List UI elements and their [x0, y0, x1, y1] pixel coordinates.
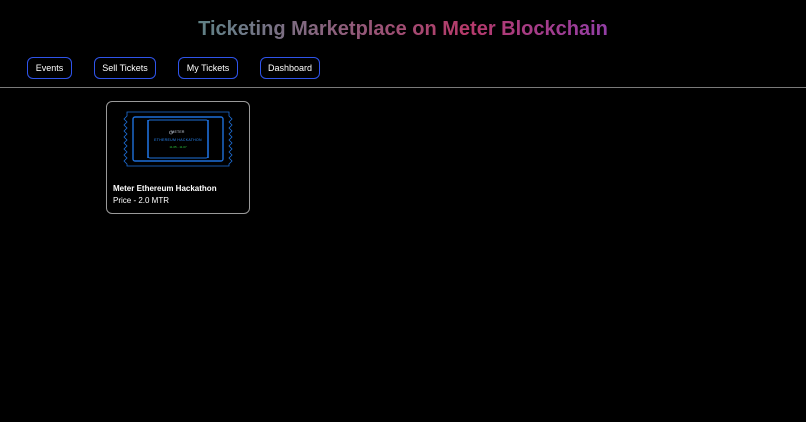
ticket-date-text: 11.05 - 11.07	[169, 145, 187, 149]
ticket-image: METER ETHEREUM HACKATHON 11.05 - 11.07	[121, 108, 235, 170]
event-card[interactable]: METER ETHEREUM HACKATHON 11.05 - 11.07 M…	[106, 101, 250, 214]
nav-events-button[interactable]: Events	[27, 57, 72, 79]
event-price: Price - 2.0 MTR	[113, 196, 170, 205]
ticket-brand-text: METER	[171, 130, 185, 134]
top-nav: Events Sell Tickets My Tickets Dashboard	[0, 57, 806, 79]
page-title: Ticketing Marketplace on Meter Blockchai…	[0, 14, 806, 44]
ticket-event-text: ETHEREUM HACKATHON	[154, 138, 202, 142]
app-root: Ticketing Marketplace on Meter Blockchai…	[0, 0, 806, 422]
event-name: Meter Ethereum Hackathon	[113, 184, 217, 193]
nav-sell-tickets-button[interactable]: Sell Tickets	[94, 57, 156, 79]
nav-dashboard-button[interactable]: Dashboard	[260, 57, 320, 79]
nav-my-tickets-button[interactable]: My Tickets	[178, 57, 238, 79]
header-divider	[0, 87, 806, 88]
